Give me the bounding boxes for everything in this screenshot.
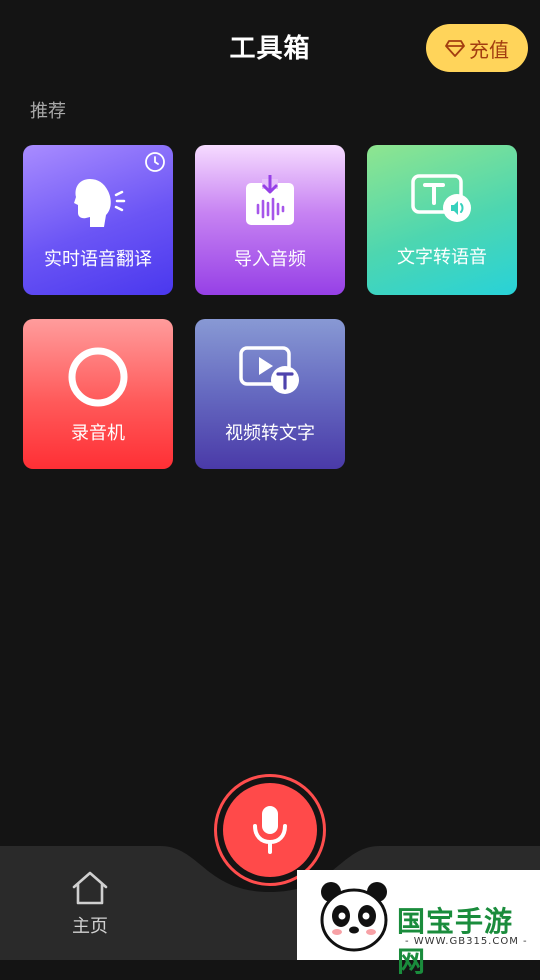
watermark-url: - WWW.GB315.COM - <box>405 936 528 947</box>
header: 工具箱 充值 <box>0 0 540 96</box>
tool-tile-voice-translate[interactable]: 实时语音翻译 <box>23 145 173 295</box>
section-label: 推荐 <box>30 101 66 122</box>
microphone-icon <box>253 806 287 854</box>
nav-tab-home[interactable]: 主页 <box>50 870 130 938</box>
home-icon <box>72 871 108 905</box>
tool-label: 文字转语音 <box>397 247 487 268</box>
watermark-logo: 国宝手游网 - WWW.GB315.COM - <box>297 870 540 978</box>
video-to-text-icon <box>239 346 299 394</box>
recorder-icon <box>68 347 128 407</box>
tool-tile-import-audio[interactable]: 导入音频 <box>195 145 345 295</box>
tool-label: 录音机 <box>71 423 125 444</box>
clock-icon <box>145 152 165 172</box>
import-audio-icon <box>246 175 294 225</box>
text-to-speech-icon <box>411 174 471 222</box>
tool-tile-video-to-text[interactable]: 视频转文字 <box>195 319 345 469</box>
recharge-button[interactable]: 充值 <box>426 24 528 72</box>
voice-translate-icon <box>74 179 126 227</box>
panda-logo-icon <box>320 882 388 952</box>
nav-tab-home-label: 主页 <box>72 916 108 937</box>
tool-label: 实时语音翻译 <box>44 249 152 270</box>
recharge-label: 充值 <box>469 37 509 62</box>
diamond-icon <box>445 40 465 57</box>
tool-tile-recorder[interactable]: 录音机 <box>23 319 173 469</box>
tool-label: 视频转文字 <box>225 423 315 444</box>
tool-label: 导入音频 <box>234 249 306 270</box>
tool-tile-text-to-speech[interactable]: 文字转语音 <box>367 145 517 295</box>
